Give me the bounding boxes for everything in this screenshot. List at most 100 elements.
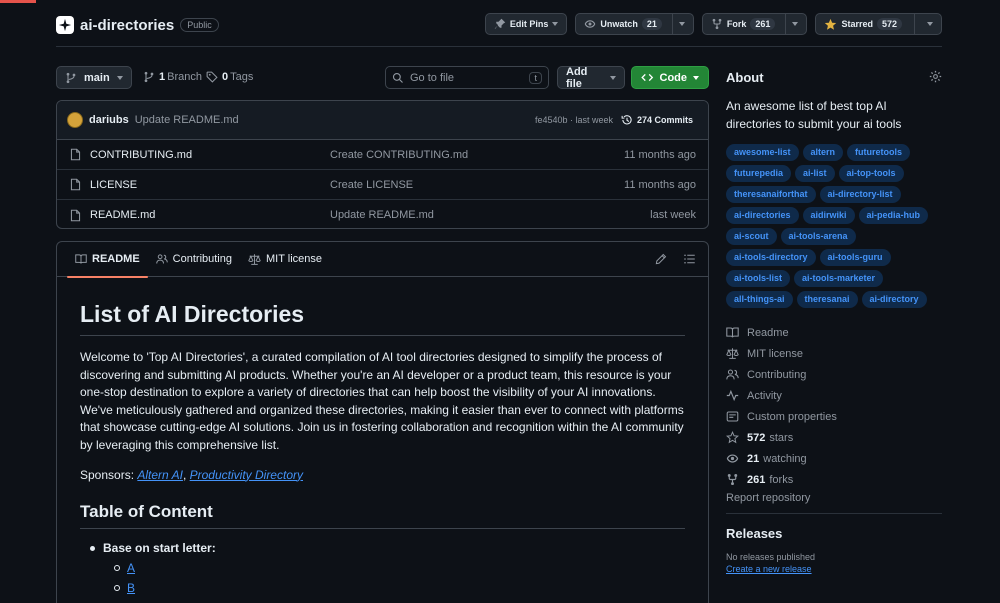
tab-license[interactable]: MIT license	[240, 242, 330, 277]
topic-tag[interactable]: ai-tools-list	[726, 270, 791, 287]
watch-count: 21	[641, 18, 662, 30]
no-releases-text: No releases published	[726, 552, 816, 562]
repo-actions: Edit Pins Unwatch 21 Fork 261 Starred 57…	[484, 13, 942, 35]
branch-name: main	[84, 71, 110, 84]
topic-tag[interactable]: ai-tools-marketer	[794, 270, 884, 287]
edit-pins-button[interactable]: Edit Pins	[484, 13, 568, 35]
tab-readme-label: README	[92, 253, 140, 265]
branch-icon	[144, 71, 154, 83]
file-commit-message[interactable]: Create LICENSE	[330, 179, 413, 191]
file-row[interactable]: README.md Update README.md last week	[57, 200, 708, 228]
readme-link[interactable]: Readme	[726, 322, 942, 343]
repo-meta-links: Readme MIT license Contributing Activity…	[726, 322, 942, 505]
go-to-file-placeholder: Go to file	[410, 71, 455, 84]
fork-label: Fork	[726, 19, 747, 29]
sponsors-line: Sponsors: Altern AI, Productivity Direct…	[80, 467, 685, 485]
topic-tag[interactable]: ai-list	[795, 165, 835, 182]
chevron-down-icon	[610, 75, 616, 80]
toc-link-b[interactable]: B	[127, 581, 135, 595]
commit-sha-time[interactable]: fe4540b · last week	[535, 115, 613, 125]
topic-tag[interactable]: awesome-list	[726, 144, 799, 161]
topic-tag[interactable]: ai-scout	[726, 228, 777, 245]
file-commit-message[interactable]: Create CONTRIBUTING.md	[330, 149, 468, 161]
avatar[interactable]	[67, 112, 83, 128]
list-icon[interactable]	[683, 253, 696, 265]
history-icon	[621, 115, 632, 125]
sponsor-link-productivity[interactable]: Productivity Directory	[190, 468, 303, 482]
pencil-icon[interactable]	[655, 253, 667, 265]
file-row[interactable]: LICENSE Create LICENSE 11 months ago	[57, 170, 708, 200]
activity-link[interactable]: Activity	[726, 385, 942, 406]
fork-button[interactable]: Fork 261	[701, 13, 808, 35]
custom-properties-link[interactable]: Custom properties	[726, 406, 942, 427]
chevron-down-icon[interactable]	[927, 22, 933, 26]
file-age: 11 months ago	[624, 148, 696, 161]
eye-icon	[585, 20, 596, 28]
note-icon	[726, 411, 739, 422]
commit-message[interactable]: Update README.md	[135, 114, 239, 126]
topic-tag[interactable]: all-things-ai	[726, 291, 793, 308]
watch-button[interactable]: Unwatch 21	[575, 13, 694, 35]
branch-select-button[interactable]: main	[56, 66, 132, 89]
branch-count: 1	[159, 71, 166, 83]
contributing-link[interactable]: Contributing	[726, 364, 942, 385]
tags-link[interactable]: 0 Tags	[206, 71, 253, 83]
topic-tag[interactable]: ai-tools-guru	[819, 249, 891, 266]
file-commit-message[interactable]: Update README.md	[330, 209, 434, 221]
law-icon	[248, 253, 261, 265]
topic-tag[interactable]: ai-pedia-hub	[858, 207, 929, 224]
topic-tag[interactable]: ai-tools-directory	[726, 249, 816, 266]
readme-panel: README Contributing MIT license List of …	[56, 241, 709, 603]
go-to-file-input[interactable]: Go to file t	[385, 66, 549, 89]
tab-contributing[interactable]: Contributing	[148, 242, 240, 277]
watching-link[interactable]: 21 watching	[726, 448, 942, 469]
repo-name[interactable]: ai-directories	[80, 17, 174, 34]
sidebar-divider	[726, 513, 942, 514]
commits-link[interactable]: 274 Commits	[621, 114, 693, 126]
repo-owner-avatar[interactable]	[56, 16, 74, 34]
stars-link[interactable]: 572 stars	[726, 427, 942, 448]
code-toolbar: main 1 Branch 0 Tags Go to file t Add fi…	[56, 66, 709, 90]
topic-tag[interactable]: ai-directory	[861, 291, 927, 308]
report-repository-link[interactable]: Report repository	[726, 492, 942, 504]
file-row[interactable]: CONTRIBUTING.md Create CONTRIBUTING.md 1…	[57, 140, 708, 170]
add-file-button[interactable]: Add file	[557, 66, 625, 90]
forks-link[interactable]: 261 forks	[726, 469, 942, 490]
code-icon	[641, 73, 654, 82]
chevron-down-icon[interactable]	[678, 22, 685, 26]
code-button[interactable]: Code	[631, 66, 709, 89]
tab-readme[interactable]: README	[67, 242, 148, 278]
star-label: Starred	[841, 19, 873, 29]
file-age: last week	[650, 209, 696, 221]
file-name[interactable]: README.md	[90, 209, 155, 221]
license-link[interactable]: MIT license	[726, 343, 942, 364]
file-browser: dariubs Update README.md fe4540b · last …	[56, 100, 709, 229]
commit-author[interactable]: dariubs	[89, 114, 129, 126]
file-icon	[70, 148, 81, 161]
sponsor-link-altern[interactable]: Altern AI	[137, 468, 183, 482]
file-icon	[70, 209, 81, 221]
branches-link[interactable]: 1 Branch	[143, 71, 202, 83]
file-name[interactable]: CONTRIBUTING.md	[90, 149, 192, 161]
topic-tag[interactable]: aidirwiki	[802, 207, 855, 224]
tag-icon	[206, 71, 218, 83]
topic-tag[interactable]: futuretools	[847, 144, 911, 161]
topic-tag[interactable]: altern	[802, 144, 844, 161]
gear-icon[interactable]	[929, 70, 942, 83]
star-button[interactable]: Starred 572	[815, 13, 942, 35]
topic-tag[interactable]: ai-top-tools	[838, 165, 904, 182]
create-release-link[interactable]: Create a new release	[726, 564, 942, 574]
file-name[interactable]: LICENSE	[90, 179, 137, 191]
tag-count: 0	[222, 71, 229, 83]
topic-tag[interactable]: ai-directories	[726, 207, 799, 224]
toc-link-a[interactable]: A	[127, 561, 135, 575]
topic-tag[interactable]: ai-tools-arena	[780, 228, 856, 245]
fork-count: 261	[750, 18, 776, 30]
topic-tag[interactable]: theresanai	[796, 291, 858, 308]
topic-tag[interactable]: theresanaiforthat	[726, 186, 816, 203]
chevron-down-icon[interactable]	[792, 22, 799, 26]
releases-heading[interactable]: Releases	[726, 526, 942, 541]
topic-tag[interactable]: futurepedia	[726, 165, 792, 182]
topic-tag[interactable]: ai-directory-list	[819, 186, 901, 203]
readme-tabs: README Contributing MIT license	[57, 242, 708, 278]
